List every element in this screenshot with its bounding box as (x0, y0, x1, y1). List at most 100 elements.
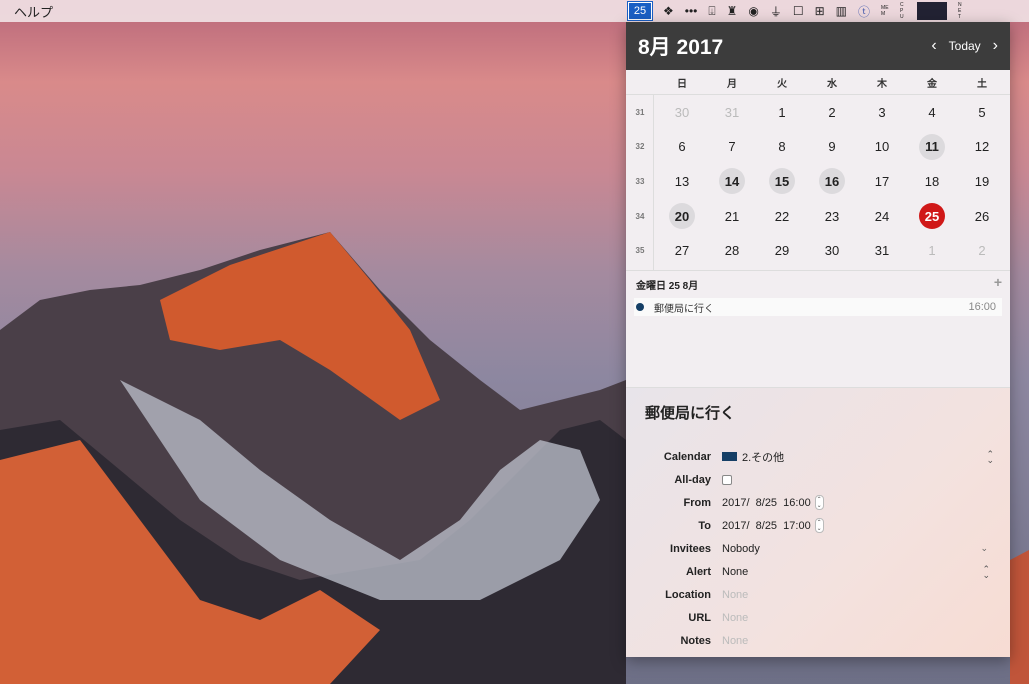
prev-month-button[interactable]: ‹ (931, 37, 936, 55)
day-number: 10 (874, 139, 890, 155)
day-cell[interactable]: 25 (907, 203, 957, 230)
day-cell[interactable]: 29 (757, 238, 807, 264)
day-number: 15 (769, 168, 795, 195)
day-cell[interactable]: 2 (807, 99, 857, 125)
mem-meter[interactable]: MEM (881, 5, 889, 17)
next-month-button[interactable]: › (993, 37, 998, 55)
chevron-down-icon[interactable]: ⌄ (980, 543, 988, 554)
weekday-header: 日月火水木金土 (626, 70, 1010, 95)
day-number: 11 (919, 133, 945, 160)
calendar-select[interactable]: 2.その他 (722, 449, 784, 465)
day-cell[interactable]: 3 (857, 99, 907, 125)
from-field[interactable]: 2017/ 8/25 16:00 (722, 497, 811, 509)
screenshot-icon[interactable]: ⊞ (815, 4, 825, 18)
day-number: 30 (674, 104, 690, 120)
day-number: 26 (974, 208, 990, 224)
day-cell[interactable]: 30 (807, 238, 857, 264)
memory-chip-icon[interactable]: ▥ (836, 4, 847, 18)
alert-select[interactable]: None (722, 566, 748, 578)
sync-icon[interactable]: ◉ (748, 4, 758, 18)
day-cell[interactable]: 12 (957, 134, 1007, 160)
event-list-date: 金曜日 25 8月 (636, 281, 699, 292)
location-field[interactable]: None (722, 589, 748, 601)
day-cell[interactable]: 2 (957, 238, 1007, 264)
weekday-label: 火 (777, 78, 787, 90)
day-cell[interactable]: 14 (707, 168, 757, 195)
calendar-label: Calendar (663, 450, 711, 463)
today-button[interactable]: Today (949, 39, 981, 53)
allday-checkbox[interactable] (722, 474, 732, 485)
to-stepper[interactable]: ⌃ ⌄ (814, 518, 824, 533)
day-cell[interactable]: 24 (857, 203, 907, 229)
weekday-label: 月 (727, 78, 737, 90)
day-cell[interactable]: 19 (957, 168, 1007, 194)
from-label: From (683, 496, 712, 509)
hat-icon[interactable]: ♜ (727, 4, 738, 18)
day-number: 23 (824, 208, 840, 224)
invitees-label: Invitees (670, 542, 711, 555)
day-cell[interactable]: 16 (807, 168, 857, 195)
event-item[interactable]: 郵便局に行く 16:00 (634, 298, 1002, 316)
day-number: 4 (928, 104, 936, 120)
cpu-meter[interactable]: CPU (900, 2, 906, 20)
calendar-menu-icon[interactable]: 25 (627, 1, 653, 21)
url-field[interactable]: None (722, 612, 748, 624)
day-cell[interactable]: 6 (657, 134, 707, 160)
day-cell[interactable]: 31 (857, 238, 907, 264)
updown-icon[interactable]: ⌃ ⌄ (982, 564, 990, 579)
day-cell[interactable]: 4 (907, 99, 957, 125)
day-cell[interactable]: 31 (707, 99, 757, 125)
broom-icon[interactable]: ⏚ (770, 3, 782, 20)
day-cell[interactable]: 10 (857, 134, 907, 160)
to-field[interactable]: 2017/ 8/25 17:00 (722, 520, 811, 532)
dropbox-icon[interactable]: ❖ (663, 4, 674, 18)
window-icon[interactable]: ☐ (793, 4, 804, 18)
day-cell[interactable]: 20 (657, 203, 707, 230)
day-cell[interactable]: 9 (807, 134, 857, 160)
cpu-graph (917, 2, 948, 20)
add-event-button[interactable]: + (994, 275, 1002, 292)
day-cell[interactable]: 1 (907, 238, 957, 264)
day-number: 3 (878, 104, 886, 120)
day-number: 28 (724, 243, 740, 259)
location-label: Location (665, 588, 711, 601)
event-detail-title[interactable]: 郵便局に行く (626, 402, 1010, 423)
day-cell[interactable]: 22 (757, 203, 807, 229)
day-cell[interactable]: 7 (707, 134, 757, 160)
day-cell[interactable]: 21 (707, 203, 757, 229)
day-cell[interactable]: 5 (957, 99, 1007, 125)
weekday-label: 日 (677, 78, 687, 90)
month-grid: 31 30 31 1 2 3 4 5 32 6 7 8 9 10 11 12 33 13 14 15 16 17 18 19 3… (626, 95, 1010, 271)
week-number: 31 (635, 107, 645, 117)
day-cell[interactable]: 11 (907, 133, 957, 160)
day-cell[interactable]: 23 (807, 203, 857, 229)
day-number: 21 (724, 208, 740, 224)
net-meter[interactable]: NET (958, 2, 964, 20)
weekday-label: 土 (977, 78, 987, 90)
from-stepper[interactable]: ⌃ ⌄ (814, 495, 824, 510)
notes-field[interactable]: None (722, 635, 748, 647)
day-cell[interactable]: 18 (907, 168, 957, 194)
day-cell[interactable]: 28 (707, 238, 757, 264)
calendar-swatch (722, 452, 737, 461)
week-row: 32 6 7 8 9 10 11 12 (626, 130, 1010, 165)
calendar-popover: 8月 2017 ‹ Today › 日月火水木金土 31 30 31 1 2 3 4 5 32 6… (626, 22, 1010, 657)
day-number: 31 (724, 104, 740, 120)
day-cell[interactable]: 13 (657, 168, 707, 194)
menu-help[interactable]: ヘルプ (14, 2, 53, 21)
day-number: 9 (828, 139, 836, 155)
day-cell[interactable]: 15 (757, 168, 807, 195)
day-cell[interactable]: 17 (857, 168, 907, 194)
day-cell[interactable]: 8 (757, 134, 807, 160)
event-title: 郵便局に行く (654, 303, 714, 315)
more-icon[interactable]: ••• (685, 4, 698, 18)
day-cell[interactable]: 1 (757, 99, 807, 125)
te-icon[interactable]: ⓣ (858, 3, 870, 20)
updown-icon[interactable]: ⌃ ⌄ (986, 449, 994, 464)
download-icon[interactable]: ⍗ (708, 4, 715, 19)
invitees-field[interactable]: Nobody (722, 543, 760, 555)
day-cell[interactable]: 30 (657, 99, 707, 125)
calendar-color-dot (636, 303, 644, 311)
day-cell[interactable]: 26 (957, 203, 1007, 229)
day-cell[interactable]: 27 (657, 238, 707, 264)
